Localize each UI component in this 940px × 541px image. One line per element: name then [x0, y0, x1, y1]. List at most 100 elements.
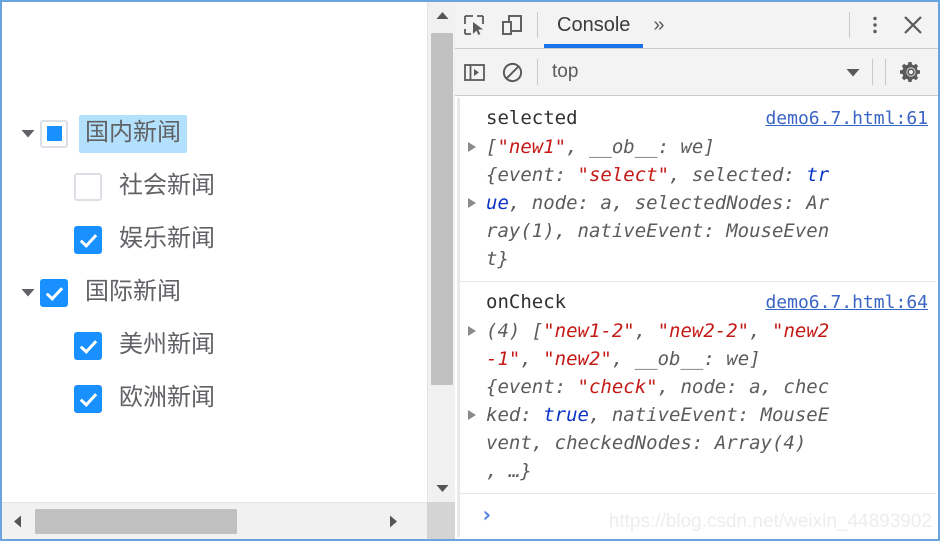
caret-down-icon[interactable]: [16, 288, 40, 297]
console-entry-header: selected demo6.7.html:61: [486, 104, 930, 133]
browser-page-pane: 国内新闻社会新闻娱乐新闻国际新闻美州新闻欧洲新闻: [0, 0, 455, 541]
console-toolbar-divider-3: [885, 59, 886, 85]
console-entry-header: onCheck demo6.7.html:64: [486, 288, 930, 317]
devtools-main-toolbar: Console »: [455, 2, 938, 49]
console-token: ,: [520, 348, 544, 370]
console-token: "new2-2": [657, 320, 750, 342]
console-token: -1": [486, 348, 521, 370]
console-toolbar-divider-2: [872, 59, 873, 85]
console-entry-line: (4) ["new1-2", "new2-2", "new2: [468, 317, 930, 345]
console-token: t}: [486, 248, 509, 270]
tree-node[interactable]: 社会新闻: [2, 160, 427, 213]
console-entry-line: ked: true, nativeEvent: MouseE: [468, 401, 930, 429]
console-token: "new2": [543, 348, 612, 370]
node-checkbox[interactable]: [74, 384, 102, 413]
console-token: {event:: [486, 376, 578, 398]
scroll-left-arrow-icon[interactable]: [4, 503, 32, 539]
toolbar-divider: [537, 12, 538, 38]
console-prompt-chevron-icon: ›: [480, 502, 494, 528]
horizontal-scroll-thumb[interactable]: [35, 509, 237, 534]
scrollbar-corner: [427, 502, 455, 539]
devtools-console-toolbar: top: [455, 49, 938, 96]
node-checkbox[interactable]: [40, 119, 68, 148]
console-entry-line: ray(1), nativeEvent: MouseEven: [486, 217, 930, 245]
console-token: ue: [486, 192, 509, 214]
scroll-down-arrow-icon[interactable]: [428, 474, 455, 502]
scroll-up-arrow-icon[interactable]: [428, 2, 455, 30]
gear-icon[interactable]: [892, 53, 930, 91]
console-token: vent, checkedNodes: Array(4): [486, 432, 807, 454]
clear-console-icon[interactable]: [493, 53, 531, 91]
console-log-area: selected demo6.7.html:61 ["new1" , __ob__: …: [457, 98, 936, 537]
expand-triangle-icon[interactable]: [468, 410, 476, 420]
tree-node-label[interactable]: 娱乐新闻: [113, 221, 221, 259]
console-token: (4) [: [486, 320, 544, 342]
node-checkbox[interactable]: [74, 225, 102, 254]
console-source-link[interactable]: demo6.7.html:64: [765, 289, 930, 317]
node-checkbox[interactable]: [74, 172, 102, 201]
console-token: , node: a, chec: [657, 376, 830, 398]
execution-context-select[interactable]: top: [544, 49, 866, 95]
tree-node[interactable]: 国际新闻: [2, 266, 427, 319]
tree-node[interactable]: 娱乐新闻: [2, 213, 427, 266]
inspect-element-icon[interactable]: [455, 6, 493, 44]
console-entry-line: -1", "new2", __ob__: we]: [486, 345, 930, 373]
expand-triangle-icon[interactable]: [468, 142, 476, 152]
expand-triangle-icon[interactable]: [468, 198, 476, 208]
node-checkbox[interactable]: [40, 278, 68, 307]
page-vertical-scrollbar[interactable]: [427, 2, 455, 502]
tree-node-label[interactable]: 社会新闻: [113, 168, 221, 206]
tree-node-label[interactable]: 国际新闻: [79, 274, 187, 312]
console-entry-title: selected: [486, 107, 578, 129]
node-checkbox[interactable]: [74, 331, 102, 360]
console-token: , __ob__: we]: [611, 348, 761, 370]
close-icon[interactable]: [894, 6, 932, 44]
tab-console[interactable]: Console: [544, 2, 644, 48]
caret-down-icon[interactable]: [16, 129, 40, 138]
console-entry-line: , …}: [486, 457, 930, 485]
console-token: , nativeEvent: MouseE: [588, 404, 830, 426]
page-horizontal-scrollbar[interactable]: [2, 502, 427, 539]
console-entry-line: t}: [486, 245, 930, 273]
expand-triangle-icon[interactable]: [468, 326, 476, 336]
console-token: , selected:: [669, 164, 807, 186]
devtools-pane: Console » top selected demo6.7.html:61 […: [455, 0, 940, 541]
scroll-right-arrow-icon[interactable]: [379, 503, 407, 539]
console-token: "new2: [772, 320, 830, 342]
console-toolbar-divider: [537, 59, 538, 85]
device-toolbar-icon[interactable]: [493, 6, 531, 44]
console-token: tr: [806, 164, 830, 186]
console-token: , …}: [486, 460, 532, 482]
screenshot-root: 国内新闻 社会新闻 娱乐新闻 国际新闻 美州新闻 欧洲新闻 Console » …: [0, 0, 940, 541]
execution-context-value: top: [552, 61, 579, 82]
console-token: {event:: [486, 164, 578, 186]
console-source-link[interactable]: demo6.7.html:61: [765, 105, 930, 133]
console-sidebar-icon[interactable]: [455, 53, 493, 91]
more-tabs-button[interactable]: »: [643, 14, 673, 37]
console-token: "new1-2": [543, 320, 635, 342]
news-category-tree: 国内新闻社会新闻娱乐新闻国际新闻美州新闻欧洲新闻: [2, 2, 427, 502]
console-log-entry[interactable]: selected demo6.7.html:61 ["new1", __ob__: …: [460, 98, 936, 282]
more-options-icon[interactable]: [856, 6, 894, 44]
console-token: "select": [577, 164, 670, 186]
console-token: ,: [634, 320, 658, 342]
console-token: ray(1), nativeEvent: MouseEven: [486, 220, 830, 242]
tree-node[interactable]: 美州新闻: [2, 319, 427, 372]
console-log-entry[interactable]: onCheck demo6.7.html:64 (4) ["new1-2", "ne…: [460, 282, 936, 494]
console-token: "new1": [497, 136, 567, 158]
vertical-scroll-thumb[interactable]: [431, 33, 453, 385]
console-token: ked:: [486, 404, 544, 426]
console-entry-line: {event: "select", selected: tr: [486, 161, 930, 189]
console-token: ,: [749, 320, 773, 342]
tree-node[interactable]: 欧洲新闻: [2, 372, 427, 425]
console-entry-title: onCheck: [486, 291, 567, 313]
tree-node-label[interactable]: 欧洲新闻: [113, 380, 221, 418]
console-token: true: [543, 404, 589, 426]
chevron-down-icon: [846, 68, 860, 77]
tree-node[interactable]: 国内新闻: [2, 107, 427, 160]
console-token: [: [486, 136, 498, 158]
tree-node-label[interactable]: 国内新闻: [79, 114, 187, 153]
console-token: "check": [577, 376, 658, 398]
tree-node-label[interactable]: 美州新闻: [113, 327, 221, 365]
console-entry-line: ue, node: a, selectedNodes: Ar: [468, 189, 930, 217]
